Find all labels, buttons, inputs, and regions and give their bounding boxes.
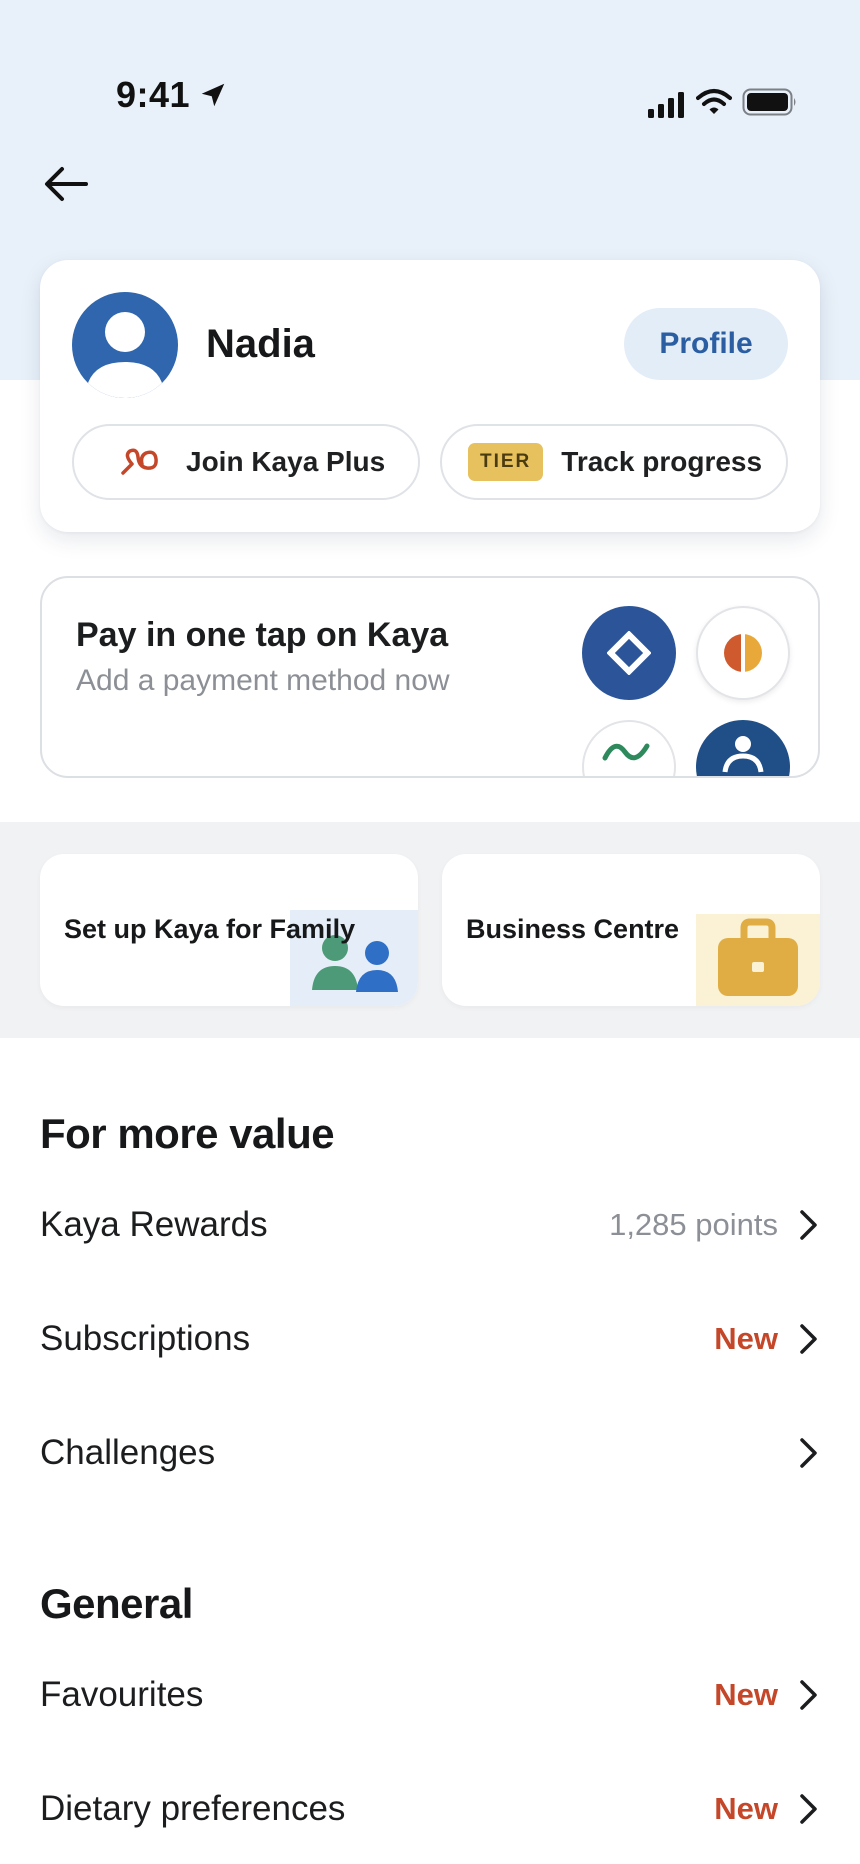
business-illustration — [696, 914, 820, 1006]
arrow-left-icon — [45, 167, 88, 201]
status-time: 9:41 — [116, 74, 191, 115]
track-progress-button[interactable]: TIER Track progress — [440, 424, 788, 500]
list-item-kaya-rewards[interactable]: Kaya Rewards 1,285 points — [0, 1170, 860, 1280]
list-item-favourites[interactable]: Favourites New — [0, 1640, 860, 1750]
general-title: General — [40, 1580, 193, 1627]
signal-icon — [648, 92, 684, 118]
chevron-right-icon — [800, 1680, 817, 1710]
user-avatar-icon — [85, 312, 165, 398]
payment-logo-person-icon — [696, 720, 790, 776]
tier-badge: TIER — [468, 443, 544, 481]
row-label: Favourites — [40, 1675, 204, 1714]
new-badge: New — [714, 1791, 778, 1826]
avatar[interactable] — [72, 292, 178, 398]
wifi-icon — [696, 89, 732, 114]
chevron-right-icon — [800, 1438, 817, 1468]
rewards-points: 1,285 points — [609, 1207, 778, 1242]
payment-logo-wave-icon — [582, 720, 676, 776]
chevron-right-icon — [800, 1210, 817, 1240]
payment-title: Pay in one tap on Kaya — [76, 616, 449, 654]
business-centre-card[interactable]: Business Centre — [442, 854, 820, 1006]
payment-method-card[interactable]: Pay in one tap on Kaya Add a payment met… — [40, 576, 820, 778]
battery-icon — [742, 88, 796, 116]
briefcase-icon — [718, 918, 798, 996]
user-name: Nadia — [206, 322, 315, 366]
chevron-right-icon — [800, 1794, 817, 1824]
new-badge: New — [714, 1321, 778, 1356]
row-label: Dietary preferences — [40, 1789, 346, 1828]
payment-logo-diamond-icon — [582, 606, 676, 700]
payment-logo-card-icon — [696, 606, 790, 700]
more-value-title: For more value — [40, 1110, 335, 1157]
list-item-challenges[interactable]: Challenges — [0, 1398, 860, 1508]
chevron-right-icon — [800, 1324, 817, 1354]
location-arrow-icon — [201, 83, 225, 107]
profile-button[interactable]: Profile — [624, 308, 788, 380]
track-progress-label: Track progress — [561, 446, 763, 477]
join-kaya-plus-button[interactable]: Join Kaya Plus — [72, 424, 420, 500]
family-shortcut-card[interactable]: Set up Kaya for Family — [40, 854, 418, 1006]
row-label: Challenges — [40, 1433, 216, 1472]
business-centre-label: Business Centre — [466, 914, 680, 944]
family-shortcut-label: Set up Kaya for Family — [64, 914, 356, 944]
back-button[interactable] — [38, 160, 94, 208]
row-label: Kaya Rewards — [40, 1205, 268, 1244]
new-badge: New — [714, 1677, 778, 1712]
kaya-plus-icon — [121, 448, 158, 475]
join-kaya-plus-label: Join Kaya Plus — [186, 446, 386, 477]
profile-card: Nadia Profile Join Kaya Plus TIER Track … — [40, 260, 820, 532]
row-label: Subscriptions — [40, 1319, 251, 1358]
list-item-subscriptions[interactable]: Subscriptions New — [0, 1284, 860, 1394]
payment-subtitle: Add a payment method now — [76, 664, 450, 697]
list-item-dietary-preferences[interactable]: Dietary preferences New — [0, 1754, 860, 1864]
